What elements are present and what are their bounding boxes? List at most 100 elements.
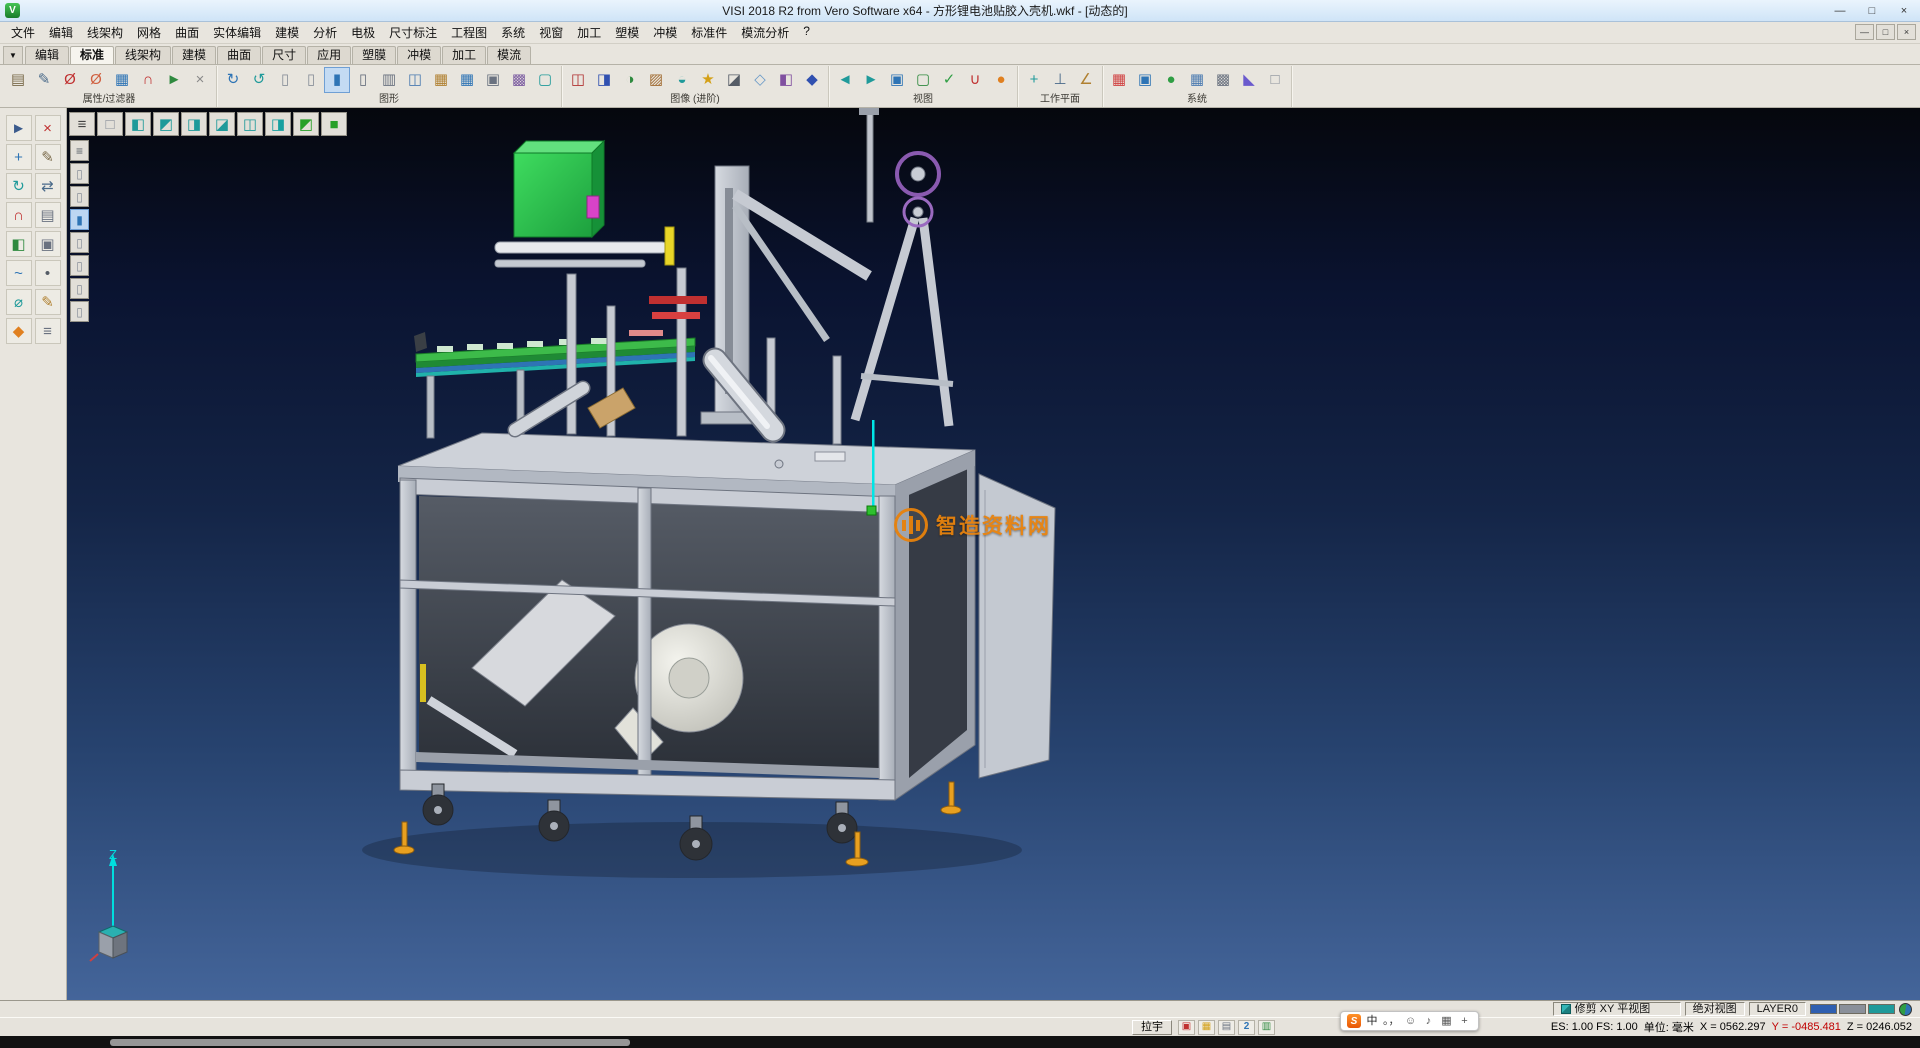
menu-modeling[interactable]: 建模 [268, 22, 306, 43]
tab-flow[interactable]: 模流 [487, 46, 531, 64]
environment-map-icon[interactable]: ◒ [669, 67, 695, 93]
ime-emoji-icon[interactable]: ☺ [1404, 1013, 1418, 1029]
windows-taskbar[interactable] [0, 1036, 1920, 1048]
layer-list-icon[interactable]: ▯ [272, 67, 298, 93]
select-arrow-icon[interactable]: ► [6, 115, 32, 141]
menu-wireframe[interactable]: 线架构 [80, 22, 130, 43]
zoom-window-icon[interactable]: ▣ [884, 67, 910, 93]
active-layer-button[interactable]: LAYER0 [1749, 1002, 1806, 1016]
refresh-views-icon[interactable]: □ [97, 112, 123, 136]
surface-tools-icon[interactable]: ◧ [6, 231, 32, 257]
tab-molding[interactable]: 塑膜 [352, 46, 396, 64]
mask-points-icon[interactable]: ▯ [70, 163, 89, 184]
snapshot-icon[interactable]: ▣ [480, 67, 506, 93]
menu-help[interactable]: ? [796, 22, 817, 43]
snap-lock-button[interactable]: 拉宇 [1132, 1020, 1172, 1035]
render-mode-sphere-icon[interactable] [1899, 1003, 1912, 1016]
quick-pick-icon[interactable]: ► [161, 67, 187, 93]
display-settings-icon[interactable]: ▣ [1178, 1020, 1195, 1035]
menu-file[interactable]: 文件 [4, 22, 42, 43]
view-accept-icon[interactable]: ✓ [936, 67, 962, 93]
printer-status-icon[interactable]: ▤ [1218, 1020, 1235, 1035]
left-view-icon[interactable]: ◫ [237, 112, 263, 136]
mask-filter-icon[interactable]: ▦ [109, 67, 135, 93]
ime-voice-icon[interactable]: ♪ [1422, 1013, 1436, 1029]
sogou-logo-icon[interactable]: S [1347, 1014, 1361, 1028]
regenerate-icon[interactable]: ↺ [246, 67, 272, 93]
mask-texts-icon[interactable]: ▯ [70, 301, 89, 322]
close-button[interactable]: × [1888, 0, 1920, 21]
fill-color-icon[interactable]: ◆ [6, 318, 32, 344]
taskbar-app-strip[interactable] [110, 1039, 630, 1046]
reset-filter-icon[interactable]: × [187, 67, 213, 93]
tab-application[interactable]: 应用 [307, 46, 351, 64]
properties-stamp-icon[interactable]: ▤ [5, 67, 31, 93]
matrix-grid-icon[interactable]: ▩ [1210, 67, 1236, 93]
menu-machining[interactable]: 加工 [570, 22, 608, 43]
cad-model-canvas[interactable] [67, 108, 1920, 1000]
cart-side-panel[interactable] [895, 450, 975, 800]
menu-electrode[interactable]: 电极 [344, 22, 382, 43]
tab-modeling[interactable]: 建模 [172, 46, 216, 64]
shadow-toggle-icon[interactable]: ◪ [721, 67, 747, 93]
system-monitor-icon[interactable]: ▣ [1132, 67, 1158, 93]
eco-mode-icon[interactable]: ● [1158, 67, 1184, 93]
render-quality-icon[interactable]: ▩ [506, 67, 532, 93]
linear-rails[interactable] [495, 242, 667, 267]
color-palette-icon[interactable]: ▦ [1106, 67, 1132, 93]
match-properties-icon[interactable]: ✎ [31, 67, 57, 93]
app-logo-icon[interactable]: V [5, 3, 20, 18]
gem-render-icon[interactable]: ◆ [799, 67, 825, 93]
notifications-icon[interactable]: 2 [1238, 1020, 1255, 1035]
tab-dimension[interactable]: 尺寸 [262, 46, 306, 64]
color-swatch-1[interactable] [1839, 1004, 1866, 1014]
solid-tools-icon[interactable]: ▣ [35, 231, 61, 257]
menu-flow-analysis[interactable]: 模流分析 [734, 22, 796, 43]
ime-toolbox-icon[interactable]: + [1458, 1013, 1472, 1029]
color-swatch-2[interactable] [1868, 1004, 1895, 1014]
full-screen-icon[interactable]: ▢ [532, 67, 558, 93]
iso-view-icon[interactable]: ◧ [125, 112, 151, 136]
delete-element-icon[interactable]: × [35, 115, 61, 141]
transparency-icon[interactable]: ◇ [747, 67, 773, 93]
tab-wireframe[interactable]: 线架构 [115, 46, 171, 64]
next-view-icon[interactable]: ► [858, 67, 884, 93]
back-view-icon[interactable]: ◨ [265, 112, 291, 136]
edit-geometry-icon[interactable]: ✎ [35, 144, 61, 170]
wireframe-mode-icon[interactable]: ▯ [350, 67, 376, 93]
measure-tools-icon[interactable]: ⌀ [6, 289, 32, 315]
text-annotation-icon[interactable]: ✎ [35, 289, 61, 315]
menu-analysis[interactable]: 分析 [306, 22, 344, 43]
absolute-view-toggle[interactable]: 绝对视图 [1685, 1002, 1745, 1016]
previous-view-icon[interactable]: ◄ [832, 67, 858, 93]
workplane-angle-icon[interactable]: ∠ [1073, 67, 1099, 93]
tab-edit[interactable]: 编辑 [25, 46, 69, 64]
layers-status-icon[interactable]: ▦ [1198, 1020, 1215, 1035]
minimize-button[interactable]: — [1824, 0, 1856, 21]
mask-surfaces-icon[interactable]: ▮ [70, 209, 89, 230]
texture-map-icon[interactable]: ▨ [643, 67, 669, 93]
menu-mold[interactable]: 塑模 [608, 22, 646, 43]
anaglyph-glasses-icon[interactable]: ◨ [591, 67, 617, 93]
mirror-element-icon[interactable]: ⇄ [35, 173, 61, 199]
grid-toggle-icon[interactable]: ▦ [428, 67, 454, 93]
attribute-table-icon[interactable]: ▦ [454, 67, 480, 93]
zoom-extents-icon[interactable]: ▢ [910, 67, 936, 93]
menu-edit[interactable]: 编辑 [42, 22, 80, 43]
mask-solids-icon[interactable]: ▯ [70, 232, 89, 253]
menu-window[interactable]: 视窗 [532, 22, 570, 43]
options-icon[interactable]: ≡ [35, 318, 61, 344]
color-swatch-0[interactable] [1810, 1004, 1837, 1014]
section-view-icon[interactable]: ◫ [402, 67, 428, 93]
window-layout-icon[interactable]: □ [1262, 67, 1288, 93]
material-drum-icon[interactable]: ◑ [617, 67, 643, 93]
tab-die[interactable]: 冲模 [397, 46, 441, 64]
ime-keyboard-icon[interactable]: ▦ [1440, 1013, 1454, 1029]
menu-drafting[interactable]: 工程图 [444, 22, 494, 43]
mask-menu-icon[interactable]: ≡ [70, 140, 89, 161]
snap-magnet-icon[interactable]: ∩ [6, 202, 32, 228]
entity-layers-icon[interactable]: ▤ [35, 202, 61, 228]
tab-standard[interactable]: 标准 [70, 46, 114, 64]
mdi-restore-button[interactable]: □ [1876, 24, 1895, 40]
snap-grid-icon[interactable]: ▦ [1184, 67, 1210, 93]
